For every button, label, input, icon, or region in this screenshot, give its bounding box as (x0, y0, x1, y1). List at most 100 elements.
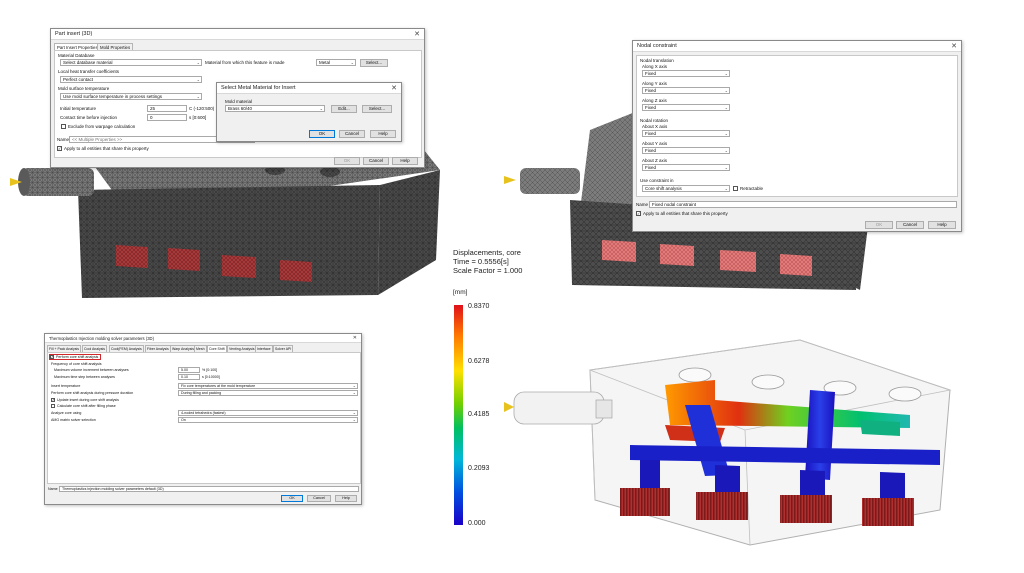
chevron-down-icon: ⌄ (352, 390, 356, 395)
update-insert-checkbox[interactable]: ✓ (51, 398, 55, 402)
htc-label: Local heat transfer coefficients (58, 69, 119, 74)
tab-warp[interactable]: Warp Analysis (170, 345, 197, 352)
max-time-label: Maximum time step between analyses (54, 375, 115, 379)
about-x-label: About X axis (642, 124, 668, 129)
use-in-label: Use constraint in (640, 178, 674, 183)
material-database-value: Select database material (63, 60, 113, 65)
frequency-label: Frequency of core shift analysis (51, 362, 102, 366)
nodal-rotation-label: Nodal rotation (640, 118, 669, 123)
tab-cool-fem[interactable]: Cool(FEM) Analysis (109, 345, 144, 352)
legend-tick-4: 0.2093 (468, 465, 490, 472)
close-icon[interactable]: ✕ (353, 334, 357, 343)
legend-tick-max: 0.8370 (468, 303, 490, 310)
help-button[interactable]: Help (335, 495, 357, 502)
close-icon[interactable]: ✕ (391, 83, 397, 94)
apply-all-checkbox[interactable]: ✓ (636, 211, 641, 216)
name-label: Name (48, 487, 58, 491)
help-button[interactable]: Help (370, 130, 396, 138)
tab-solver-api[interactable]: Solver API (273, 345, 294, 352)
insert-temp-value: Fix core temperatures at the mold temper… (181, 384, 256, 388)
along-y-label: Along Y axis (642, 81, 667, 86)
color-legend-bar (454, 305, 463, 525)
about-y-combo[interactable]: Fixed ⌄ (642, 147, 730, 154)
name-input[interactable]: Fixed nodal constraint (649, 201, 957, 208)
close-icon[interactable]: ✕ (951, 41, 957, 52)
perform-during-label: Perform core shift analysis during press… (51, 391, 134, 395)
mold-material-label: Mold material (225, 99, 253, 104)
retractable-checkbox[interactable] (733, 186, 738, 191)
name-input[interactable]: Thermoplastics injection molding solver … (59, 486, 359, 492)
contact-time-range: s [0:600] (189, 115, 207, 120)
tab-cool[interactable]: Cool Analysis (82, 345, 108, 352)
close-icon[interactable]: ✕ (414, 29, 420, 40)
use-in-combo[interactable]: Core shift analysis ⌄ (642, 185, 730, 192)
mold-material-combo[interactable]: Brass 60/40 ⌄ (225, 105, 325, 112)
ok-button[interactable]: OK (334, 157, 360, 165)
chevron-down-icon: ⌄ (196, 60, 200, 65)
cancel-button[interactable]: Cancel (896, 221, 924, 229)
mold-surface-label: Mold surface temperature (58, 86, 110, 91)
solver-title: Thermoplastics Injection molding solver … (45, 334, 361, 343)
insert-temp-combo[interactable]: Fix core temperatures at the mold temper… (178, 383, 358, 389)
ok-button[interactable]: OK (309, 130, 335, 138)
material-type-combo[interactable]: Metal ⌄ (316, 59, 356, 66)
calc-after-fill-label: Calculate core shift after filling phase (57, 404, 116, 408)
along-z-combo[interactable]: Fixed ⌄ (642, 104, 730, 111)
legend-unit: [mm] (453, 289, 468, 296)
along-x-value: Fixed (645, 71, 657, 76)
about-x-combo[interactable]: Fixed ⌄ (642, 130, 730, 137)
select-metal-title: Select Metal Material for Insert ✕ (217, 83, 401, 94)
tab-mesh[interactable]: Mesh (194, 345, 207, 352)
exclude-warpage-checkbox[interactable] (61, 124, 66, 129)
along-x-combo[interactable]: Fixed ⌄ (642, 70, 730, 77)
legend-tick-2: 0.6278 (468, 358, 490, 365)
help-button[interactable]: Help (928, 221, 956, 229)
along-y-combo[interactable]: Fixed ⌄ (642, 87, 730, 94)
chevron-down-icon: ⌄ (724, 105, 728, 110)
tab-core-shift[interactable]: Core Shift (207, 345, 227, 352)
chevron-down-icon: ⌄ (724, 186, 728, 191)
apply-all-checkbox[interactable]: ✓ (57, 146, 62, 151)
nodal-title: Nodal constraint ✕ (633, 41, 961, 52)
cancel-button[interactable]: Cancel (307, 495, 331, 502)
amg-combo[interactable]: On ⌄ (178, 417, 358, 423)
apply-all-label: Apply to all entities that share this pr… (64, 146, 149, 151)
analyze-combo[interactable]: 4-noded tetrahedra (fastest) ⌄ (178, 410, 358, 416)
max-time-input[interactable]: 0.10 (178, 374, 200, 380)
edit-button[interactable]: Edit... (331, 105, 357, 113)
material-type-value: Metal (319, 60, 331, 65)
perform-core-shift-checkbox[interactable]: ✓ (50, 355, 54, 359)
initial-temp-input[interactable]: 25 (147, 105, 187, 112)
ok-button[interactable]: OK (281, 495, 303, 502)
mold-material-value: Brass 60/40 (228, 106, 253, 111)
select-button[interactable]: Select... (362, 105, 392, 113)
result-time: Time = 0.5556[s] (453, 257, 509, 266)
max-volume-input[interactable]: 5.00 (178, 367, 200, 373)
part-insert-title: Part insert (3D) ✕ (51, 29, 424, 40)
legend-tick-min: 0.000 (468, 520, 486, 527)
about-z-combo[interactable]: Fixed ⌄ (642, 164, 730, 171)
perform-core-shift-label: Perform core shift analysis (56, 355, 99, 359)
mold-surface-combo[interactable]: Use mold surface temperature in process … (60, 93, 202, 100)
amg-value: On (181, 418, 186, 422)
tab-interface[interactable]: Interface (255, 345, 273, 352)
ok-button[interactable]: OK (865, 221, 893, 229)
update-insert-label: Update insert during core shift analysis (57, 398, 119, 402)
cancel-button[interactable]: Cancel (339, 130, 365, 138)
along-z-label: Along Z axis (642, 98, 667, 103)
help-button[interactable]: Help (392, 157, 418, 165)
contact-time-input[interactable]: 0 (147, 114, 187, 121)
solver-parameters-dialog: Thermoplastics Injection molding solver … (44, 333, 362, 505)
result-scale: Scale Factor = 1.000 (453, 266, 523, 275)
material-database-combo[interactable]: Select database material ⌄ (60, 59, 202, 66)
tab-venting[interactable]: Venting Analysis (227, 345, 257, 352)
select-material-button[interactable]: Select... (360, 59, 388, 67)
perform-during-combo[interactable]: During filling and packing ⌄ (178, 390, 358, 396)
insert-temp-label: Insert temperature (51, 384, 81, 388)
tab-fill-pack[interactable]: Fill + Pack Analysis (47, 345, 82, 352)
cancel-button[interactable]: Cancel (363, 157, 389, 165)
tab-fiber[interactable]: Fiber Analysis (145, 345, 171, 352)
name-label: Name (636, 202, 649, 207)
calc-after-fill-checkbox[interactable] (51, 404, 55, 408)
htc-combo[interactable]: Perfect contact ⌄ (60, 76, 202, 83)
